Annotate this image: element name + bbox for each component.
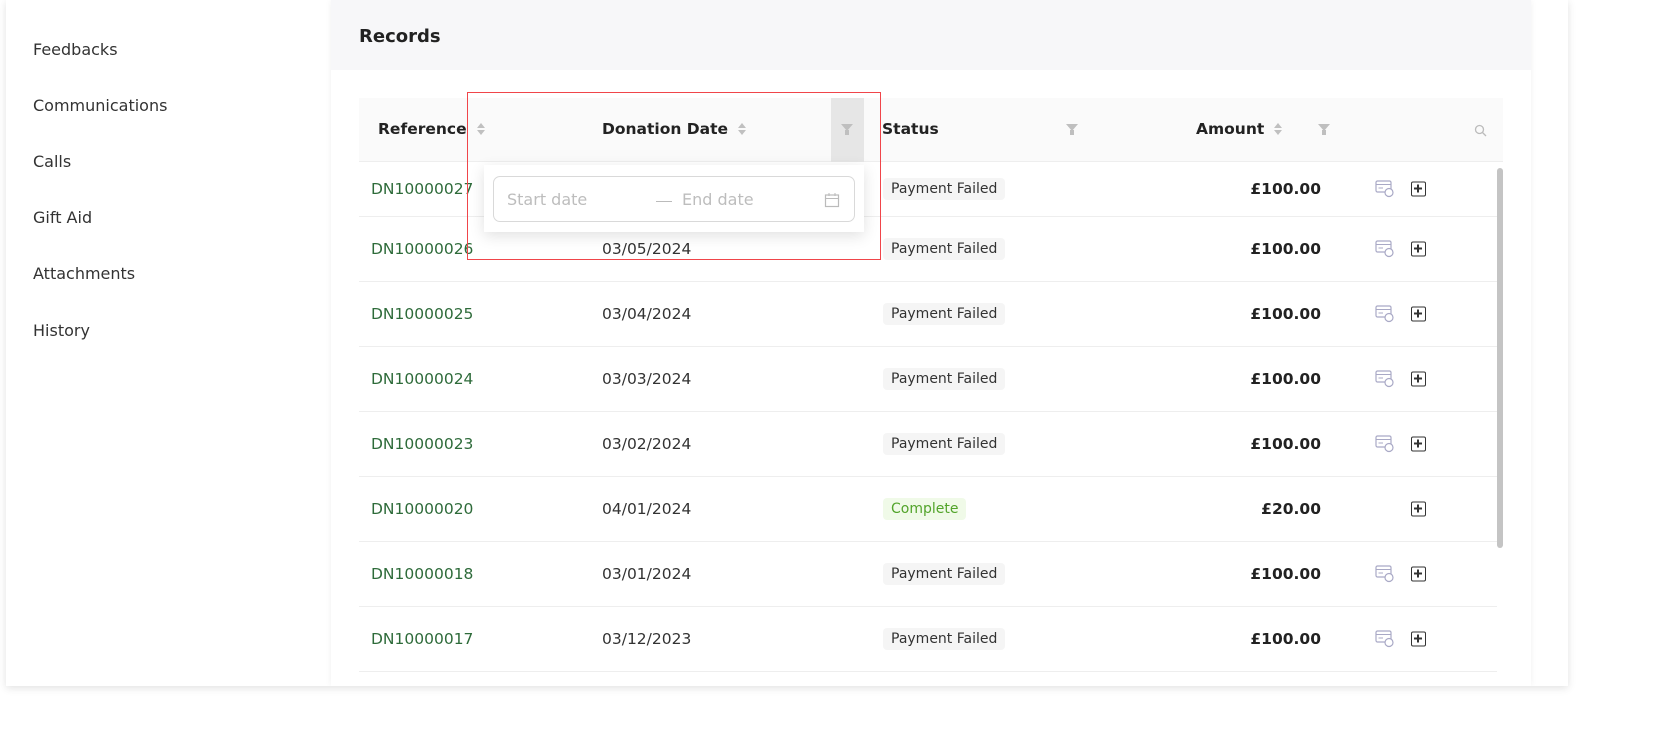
- retry-payment-icon[interactable]: [1375, 565, 1395, 583]
- add-icon[interactable]: [1411, 501, 1426, 517]
- retry-payment-icon[interactable]: [1375, 630, 1395, 648]
- sidebar-item-gift-aid[interactable]: Gift Aid: [33, 208, 92, 227]
- table-row: DN10000023 03/02/2024 Payment Failed £10…: [359, 412, 1497, 477]
- column-amount[interactable]: Amount: [1196, 120, 1283, 138]
- column-label: Reference: [378, 120, 467, 138]
- status-badge: Payment Failed: [883, 563, 1006, 585]
- amount-filter-icon[interactable]: [1318, 124, 1330, 136]
- reference-link[interactable]: DN10000027: [371, 180, 473, 198]
- filter-icon: [841, 124, 853, 136]
- amount: £20.00: [1261, 500, 1321, 518]
- records-panel: Records Reference Donation Date Status A…: [331, 0, 1531, 686]
- reference-link[interactable]: DN10000024: [371, 370, 473, 388]
- sidebar-item-history[interactable]: History: [33, 321, 90, 340]
- search-icon[interactable]: [1474, 124, 1487, 137]
- reference-link[interactable]: DN10000026: [371, 240, 473, 258]
- date-range-dropdown: Start date End date: [484, 165, 864, 232]
- table-header: Reference Donation Date Status Amount: [359, 98, 1503, 162]
- page-card: Feedbacks Communications Calls Gift Aid …: [6, 0, 1568, 686]
- donation-date: 03/05/2024: [602, 240, 692, 258]
- column-reference[interactable]: Reference: [378, 120, 485, 138]
- sort-icon[interactable]: [738, 123, 747, 135]
- add-icon[interactable]: [1411, 631, 1426, 647]
- donation-date: 04/01/2024: [602, 500, 692, 518]
- reference-link[interactable]: DN10000020: [371, 500, 473, 518]
- amount: £100.00: [1250, 180, 1321, 198]
- status-badge: Payment Failed: [883, 178, 1006, 200]
- column-donation-date[interactable]: Donation Date: [602, 120, 747, 138]
- sidebar-item-attachments[interactable]: Attachments: [33, 264, 135, 283]
- donation-date: 03/02/2024: [602, 435, 692, 453]
- status-filter-icon[interactable]: [1066, 124, 1078, 136]
- start-date-input[interactable]: Start date: [507, 190, 587, 209]
- status-badge: Payment Failed: [883, 368, 1006, 390]
- retry-payment-icon[interactable]: [1375, 435, 1395, 453]
- sort-icon[interactable]: [476, 123, 485, 135]
- status-badge: Payment Failed: [883, 628, 1006, 650]
- table-row: DN10000020 04/01/2024 Complete £20.00: [359, 477, 1497, 542]
- amount: £100.00: [1250, 305, 1321, 323]
- retry-payment-icon[interactable]: [1375, 240, 1395, 258]
- column-label: Amount: [1196, 120, 1265, 138]
- reference-link[interactable]: DN10000023: [371, 435, 473, 453]
- add-icon[interactable]: [1411, 566, 1426, 582]
- sort-icon[interactable]: [1274, 123, 1283, 135]
- status-badge: Complete: [883, 498, 967, 520]
- status-badge: Payment Failed: [883, 238, 1006, 260]
- add-icon[interactable]: [1411, 306, 1426, 322]
- amount: £100.00: [1250, 240, 1321, 258]
- amount: £100.00: [1250, 370, 1321, 388]
- column-label: Donation Date: [602, 120, 729, 138]
- donation-date: 03/12/2023: [602, 630, 692, 648]
- amount: £100.00: [1250, 565, 1321, 583]
- amount: £100.00: [1250, 435, 1321, 453]
- amount: £100.00: [1250, 630, 1321, 648]
- table-scrollbar[interactable]: [1497, 168, 1503, 548]
- table-row: DN10000018 03/01/2024 Payment Failed £10…: [359, 542, 1497, 607]
- sidebar-item-feedbacks[interactable]: Feedbacks: [33, 40, 118, 59]
- page-title: Records: [331, 0, 1531, 70]
- add-icon[interactable]: [1411, 371, 1426, 387]
- status-badge: Payment Failed: [883, 433, 1006, 455]
- table-row: DN10000024 03/03/2024 Payment Failed £10…: [359, 347, 1497, 412]
- reference-link[interactable]: DN10000025: [371, 305, 473, 323]
- retry-payment-icon[interactable]: [1375, 180, 1395, 198]
- donation-date: 03/04/2024: [602, 305, 692, 323]
- reference-link[interactable]: DN10000018: [371, 565, 473, 583]
- sidebar-item-communications[interactable]: Communications: [33, 96, 167, 115]
- status-badge: Payment Failed: [883, 303, 1006, 325]
- calendar-icon: [824, 193, 840, 208]
- table-row: DN10000025 03/04/2024 Payment Failed £10…: [359, 282, 1497, 347]
- column-label: Status: [882, 120, 939, 138]
- donation-date: 03/01/2024: [602, 565, 692, 583]
- add-icon[interactable]: [1411, 181, 1426, 197]
- retry-payment-icon[interactable]: [1375, 305, 1395, 323]
- table-row: DN10000017 03/12/2023 Payment Failed £10…: [359, 607, 1497, 672]
- reference-link[interactable]: DN10000017: [371, 630, 473, 648]
- date-filter-button[interactable]: [831, 98, 864, 162]
- end-date-input[interactable]: End date: [682, 190, 754, 209]
- date-range-picker[interactable]: Start date End date: [493, 176, 855, 222]
- column-status[interactable]: Status: [882, 120, 939, 138]
- arrow-right-icon: [656, 201, 672, 202]
- add-icon[interactable]: [1411, 241, 1426, 257]
- donation-date: 03/03/2024: [602, 370, 692, 388]
- retry-payment-icon[interactable]: [1375, 370, 1395, 388]
- add-icon[interactable]: [1411, 436, 1426, 452]
- sidebar: Feedbacks Communications Calls Gift Aid …: [6, 0, 331, 686]
- sidebar-item-calls[interactable]: Calls: [33, 152, 71, 171]
